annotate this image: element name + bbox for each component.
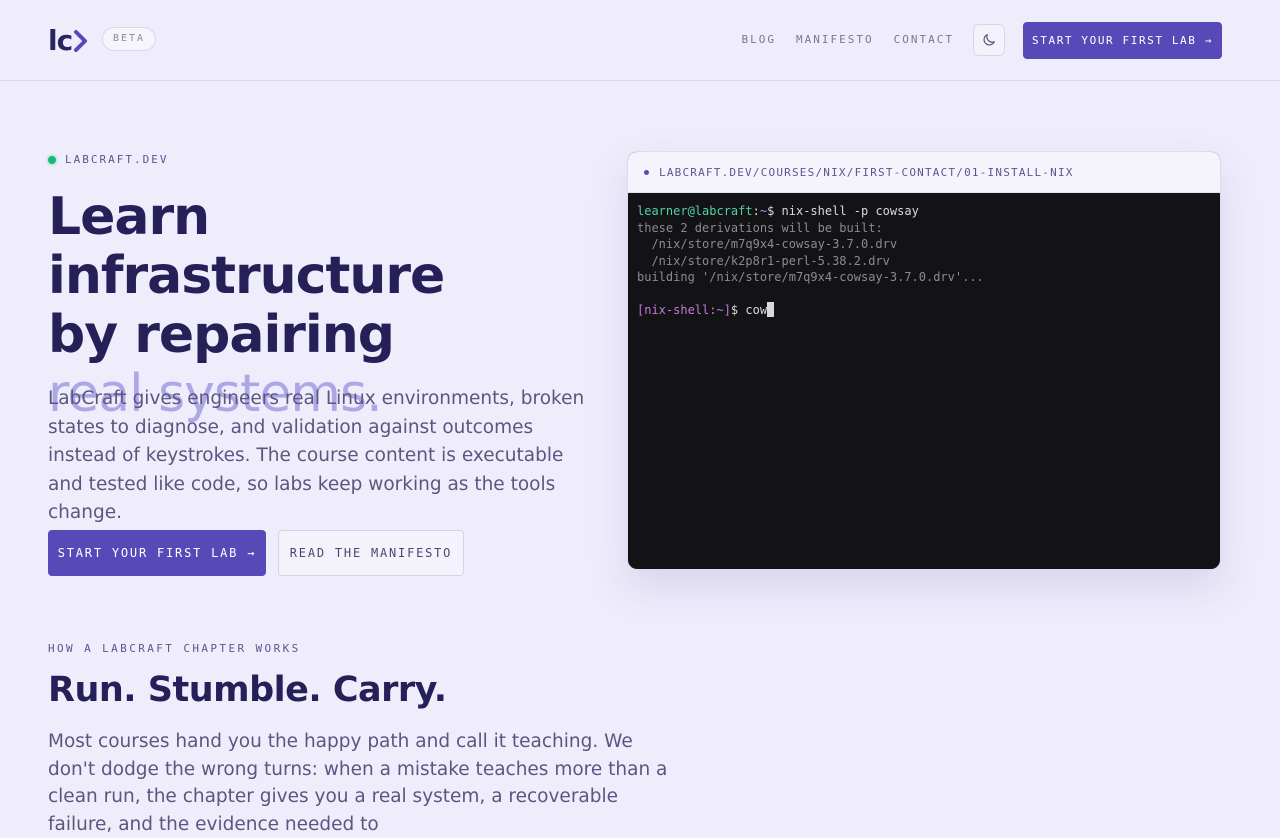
- terminal-input[interactable]: cow: [745, 303, 767, 317]
- terminal-title-bar: LABCRAFT.DEV/COURSES/NIX/FIRST-CONTACT/0…: [628, 152, 1220, 193]
- nav-link-contact[interactable]: CONTACT: [894, 33, 954, 46]
- terminal-output-line: these 2 derivations will be built:: [637, 220, 883, 235]
- terminal-output-line: /nix/store/k2p8r1-perl-5.38.2.drv: [637, 253, 890, 268]
- nav-link-blog[interactable]: BLOG: [742, 33, 777, 46]
- terminal-output-line: /nix/store/m7q9x4-cowsay-3.7.0.drv: [637, 237, 898, 251]
- section-title: Run. Stumble. Carry.: [48, 670, 447, 710]
- status-dot-icon: [48, 155, 56, 164]
- hero-eyebrow: LABCRAFT.DEV: [48, 153, 168, 166]
- prompt-user: learner@labcraft: [637, 204, 753, 218]
- beta-badge: BETA: [102, 27, 157, 51]
- start-first-lab-button[interactable]: START YOUR FIRST LAB →: [48, 530, 266, 576]
- terminal-dot-icon: [644, 169, 649, 175]
- theme-toggle-button[interactable]: [973, 24, 1005, 56]
- hero-title-line-2: by repairing: [48, 305, 395, 365]
- terminal-command: nix-shell -p cowsay: [781, 204, 919, 218]
- section-description: Most courses hand you the happy path and…: [48, 731, 668, 835]
- prompt-symbol: $: [767, 204, 775, 218]
- terminal-output-line: building '/nix/store/m7q9x4-cowsay-3.7.0…: [637, 270, 984, 284]
- nix-shell-symbol: $: [730, 303, 739, 317]
- read-manifesto-button[interactable]: READ THE MANIFESTO: [278, 530, 464, 576]
- nix-shell-prompt: [nix-shell:~]: [637, 303, 731, 317]
- prompt-separator: :: [752, 204, 760, 218]
- terminal-body[interactable]: learner@labcraft:~$ nix-shell -p cowsay …: [628, 193, 1220, 329]
- hero-title-line-1: Learn infrastructure: [48, 187, 445, 306]
- main-nav: BLOG MANIFESTO CONTACT: [742, 33, 954, 46]
- hero-eyebrow-text: LABCRAFT.DEV: [65, 153, 169, 166]
- logo[interactable]: lc: [48, 24, 88, 57]
- site-header: lc BETA BLOG MANIFESTO CONTACT START YOU…: [0, 0, 1280, 81]
- prompt-path: ~: [759, 204, 768, 218]
- terminal-cursor: [767, 302, 775, 317]
- nav-link-manifesto[interactable]: MANIFESTO: [796, 33, 874, 46]
- terminal-url: LABCRAFT.DEV/COURSES/NIX/FIRST-CONTACT/0…: [659, 165, 1074, 179]
- hero-description: LabCraft gives engineers real Linux envi…: [48, 388, 585, 524]
- logo-text: lc: [48, 24, 73, 57]
- section-eyebrow: HOW A LABCRAFT CHAPTER WORKS: [48, 642, 301, 655]
- chevron-right-icon: [74, 29, 88, 52]
- start-first-lab-header-button[interactable]: START YOUR FIRST LAB →: [1023, 22, 1222, 59]
- moon-icon: [983, 34, 995, 46]
- terminal-window[interactable]: LABCRAFT.DEV/COURSES/NIX/FIRST-CONTACT/0…: [627, 151, 1221, 570]
